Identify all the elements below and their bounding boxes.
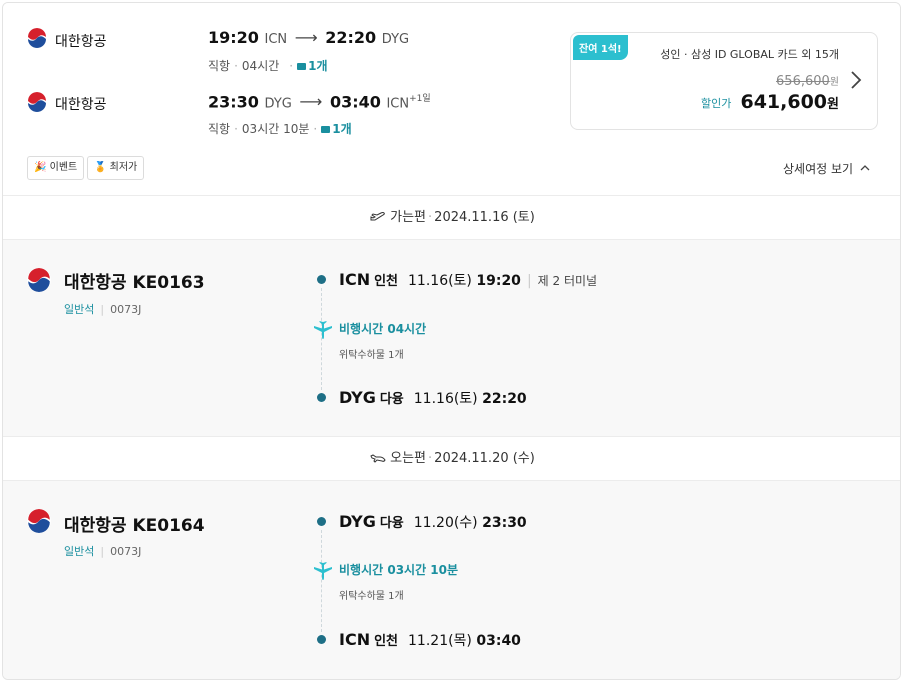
- arr-time: 03:40: [329, 92, 381, 112]
- inbound-segment-header: 오는편 · 2024.11.20 (수): [3, 436, 900, 481]
- plane-takeoff-icon: [370, 212, 385, 221]
- outbound-segment-header: 가는편 · 2024.11.16 (토): [3, 195, 900, 240]
- price-box[interactable]: 잔여 1석! 성인 · 삼성 ID GLOBAL 카드 외 15개 656,60…: [570, 32, 878, 130]
- event-tag: 🎉 이벤트: [27, 156, 85, 180]
- chevron-up-icon: [860, 165, 870, 171]
- dep-time: 23:30: [208, 92, 259, 112]
- terminal: 제 2 터미널: [537, 274, 598, 288]
- chevron-right-icon[interactable]: [850, 69, 862, 91]
- medal-icon: 🏅: [94, 162, 107, 173]
- flight-number: 대한항공 KE0163: [64, 273, 205, 293]
- baggage-icon: [321, 126, 331, 133]
- plane-icon: [314, 562, 332, 580]
- korean-air-logo-icon: [27, 92, 47, 112]
- party-icon: 🎉: [34, 162, 47, 173]
- stop-bullet: [317, 393, 326, 402]
- stop-bullet: [317, 635, 326, 644]
- arr-time: 22:20: [325, 28, 377, 47]
- discount-label: 할인가: [701, 97, 732, 110]
- original-price: 656,600원: [776, 74, 839, 89]
- detail-toggle-button[interactable]: 상세여정 보기: [783, 160, 870, 177]
- inbound-timeline: 23:30 DYG ⟶ 03:40 ICN+1일: [208, 91, 431, 111]
- lowest-price-tag: 🏅 최저가: [87, 156, 145, 180]
- seats-left-badge: 잔여 1석!: [573, 35, 628, 60]
- stop-bullet: [317, 517, 326, 526]
- fare-note: 성인 · 삼성 ID GLOBAL 카드 외 15개: [660, 48, 839, 61]
- outbound-segment-detail: 대한항공 KE0163 일반석 | 0073J ICN 인천 11.16(토) 19:2…: [3, 240, 900, 436]
- outbound-subline: 직항 · 04시간 · 1개: [208, 59, 328, 73]
- inbound-subline: 직항 · 03시간 10분 · 1개: [208, 122, 352, 136]
- flight-result-card: 대한항공 19:20 ICN ⟶ 22:20 DYG 직항 · 04시간 · 1개 대한…: [2, 2, 901, 680]
- dep-time: 19:20: [208, 28, 259, 47]
- arr-code: DYG: [381, 32, 410, 47]
- baggage-count: 1개: [332, 122, 352, 136]
- discount-price: 641,600원: [740, 91, 839, 113]
- flight-number: 대한항공 KE0164: [64, 516, 205, 536]
- flight-duration: 03시간 10분: [241, 122, 310, 136]
- outbound-timeline: 19:20 ICN ⟶ 22:20 DYG: [208, 28, 409, 47]
- plane-landing-icon: [370, 454, 386, 463]
- stop-bullet: [317, 275, 326, 284]
- route-line: [321, 530, 322, 632]
- baggage-count: 1개: [308, 59, 328, 73]
- arrow-right-icon: ⟶: [299, 92, 323, 112]
- itinerary-summary[interactable]: 대한항공 19:20 ICN ⟶ 22:20 DYG 직항 · 04시간 · 1개 대한…: [3, 3, 900, 195]
- flight-type: 직항: [208, 122, 231, 136]
- airline-name: 대한항공: [55, 97, 107, 113]
- flight-duration: 04시간: [241, 59, 280, 73]
- cabin-class: 일반석 | 0073J: [64, 303, 142, 316]
- dep-code: DYG: [264, 96, 292, 112]
- arrow-right-icon: ⟶: [294, 28, 318, 47]
- inbound-segment-detail: 대한항공 KE0164 일반석 | 0073J DYG 다융 11.20(수) 23:3…: [3, 481, 900, 679]
- airline-name: 대한항공: [55, 34, 107, 50]
- baggage-icon: [297, 63, 307, 70]
- arr-code: ICN: [386, 96, 410, 112]
- cabin-class: 일반석 | 0073J: [64, 545, 142, 558]
- dep-code: ICN: [264, 32, 288, 47]
- day-offset: +1일: [409, 94, 431, 104]
- flight-type: 직항: [208, 59, 231, 73]
- korean-air-logo-icon: [27, 268, 51, 292]
- korean-air-logo-icon: [27, 28, 47, 48]
- plane-icon: [314, 321, 332, 339]
- korean-air-logo-icon: [27, 509, 51, 533]
